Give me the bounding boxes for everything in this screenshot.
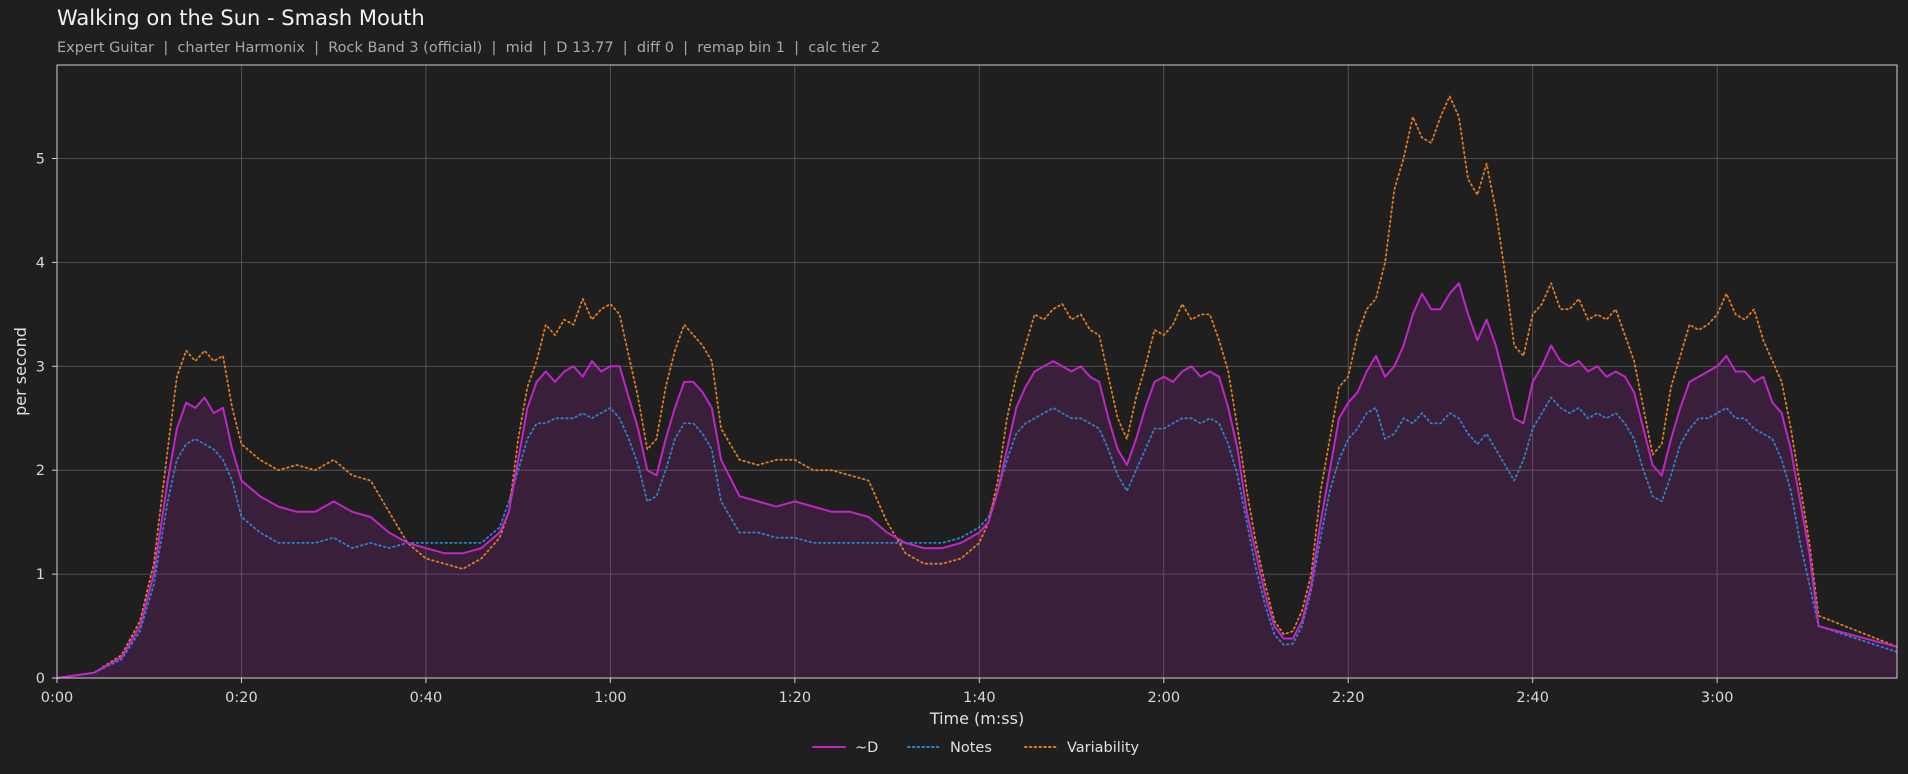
x-tick-label: 0:40	[410, 690, 443, 706]
x-tick-label: 2:40	[1516, 690, 1549, 706]
legend-label-variability: Variability	[1067, 740, 1140, 756]
chart-svg: 0:00 0:20 0:40 1:00 1:20 1:40 2:00 2:20 2:40 3:00…	[11, 64, 1898, 756]
y-axis-ticks: 0 1 2 3 4 5	[36, 152, 57, 687]
legend-label-d: ~D	[855, 740, 878, 756]
y-axis-label: per second	[11, 327, 30, 416]
x-axis-label: Time (m:ss)	[929, 709, 1024, 728]
legend-label-notes: Notes	[950, 740, 992, 756]
x-tick-label: 2:00	[1147, 690, 1180, 706]
x-tick-label: 1:40	[963, 690, 996, 706]
x-tick-label: 0:00	[41, 690, 74, 706]
x-tick-label: 3:00	[1701, 690, 1734, 706]
x-tick-label: 2:20	[1332, 690, 1365, 706]
area-fill	[57, 283, 1897, 678]
y-tick-label: 2	[36, 463, 45, 479]
y-tick-label: 4	[36, 255, 45, 271]
legend: ~D Notes Variability	[812, 740, 1140, 756]
x-axis-ticks: 0:00 0:20 0:40 1:00 1:20 1:40 2:00 2:20 2:40 3:00	[41, 678, 1734, 706]
y-tick-label: 1	[36, 567, 45, 583]
y-tick-label: 3	[36, 359, 45, 375]
x-tick-label: 0:20	[225, 690, 258, 706]
series-area-d	[57, 283, 1897, 678]
y-tick-label: 0	[36, 671, 45, 687]
x-tick-label: 1:00	[594, 690, 627, 706]
y-tick-label: 5	[36, 152, 45, 168]
x-tick-label: 1:20	[779, 690, 812, 706]
